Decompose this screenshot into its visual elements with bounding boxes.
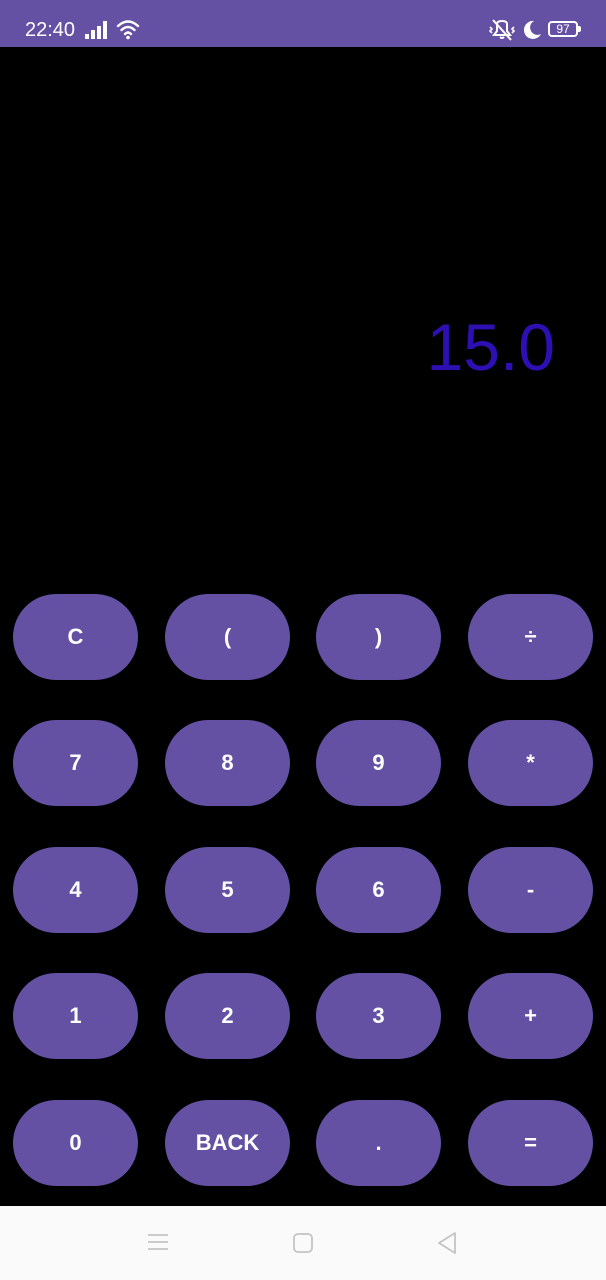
status-bar: 22:40 97 xyxy=(0,0,606,47)
multiply-button[interactable]: * xyxy=(468,720,593,806)
add-button[interactable]: + xyxy=(468,973,593,1059)
digit-9-button[interactable]: 9 xyxy=(316,720,441,806)
digit-4-button[interactable]: 4 xyxy=(13,847,138,933)
back-icon[interactable] xyxy=(436,1231,458,1255)
status-time: 22:40 xyxy=(25,19,76,41)
digit-5-button[interactable]: 5 xyxy=(165,847,290,933)
battery-icon: 97 xyxy=(548,21,578,37)
menu-icon[interactable] xyxy=(147,1232,169,1252)
moon-icon xyxy=(523,20,541,39)
equals-button[interactable]: = xyxy=(468,1100,593,1186)
display-value: 15.0 xyxy=(426,310,555,384)
home-icon[interactable] xyxy=(292,1232,314,1254)
subtract-button[interactable]: - xyxy=(468,847,593,933)
decimal-point-button[interactable]: . xyxy=(316,1100,441,1186)
digit-1-button[interactable]: 1 xyxy=(13,973,138,1059)
digit-6-button[interactable]: 6 xyxy=(316,847,441,933)
result-display: 15.0 xyxy=(0,47,606,592)
open-paren-button[interactable]: ( xyxy=(165,594,290,680)
system-nav-bar xyxy=(0,1206,606,1280)
signal-icon xyxy=(85,21,107,39)
battery-nub xyxy=(578,26,581,32)
digit-7-button[interactable]: 7 xyxy=(13,720,138,806)
digit-3-button[interactable]: 3 xyxy=(316,973,441,1059)
battery-level: 97 xyxy=(556,22,570,36)
digit-2-button[interactable]: 2 xyxy=(165,973,290,1059)
digit-0-button[interactable]: 0 xyxy=(13,1100,138,1186)
wifi-icon xyxy=(116,20,140,40)
backspace-button[interactable]: BACK xyxy=(165,1100,290,1186)
clear-button[interactable]: C xyxy=(13,594,138,680)
close-paren-button[interactable]: ) xyxy=(316,594,441,680)
divide-button[interactable]: ÷ xyxy=(468,594,593,680)
digit-8-button[interactable]: 8 xyxy=(165,720,290,806)
mute-vibrate-icon xyxy=(489,19,515,41)
